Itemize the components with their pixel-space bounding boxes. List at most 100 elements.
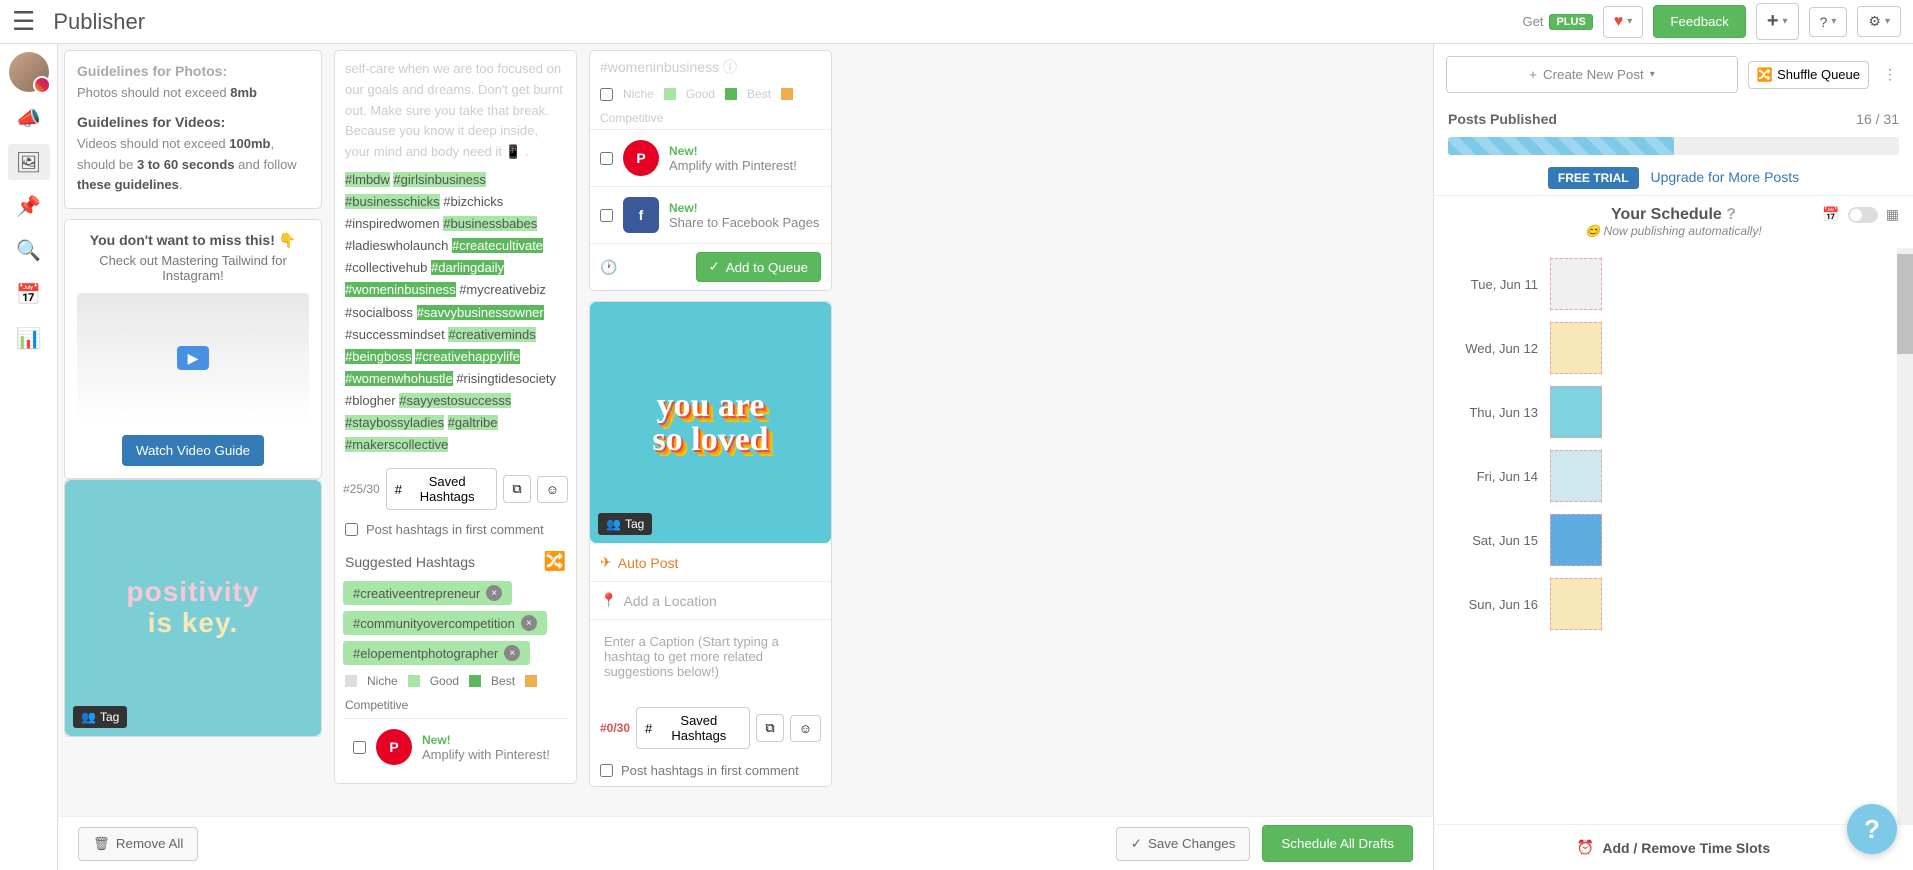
schedule-thumb[interactable]: [1550, 578, 1602, 630]
remove-chip-icon[interactable]: ×: [486, 585, 502, 601]
schedule-thumb[interactable]: [1550, 450, 1602, 502]
schedule-row[interactable]: Sat, Jun 15: [1448, 508, 1899, 572]
auto-post-row[interactable]: ✈Auto Post: [590, 543, 831, 581]
sidebar-megaphone[interactable]: 📣: [8, 100, 50, 136]
hashtag[interactable]: #sayyestosuccesss: [399, 393, 511, 408]
hashtag[interactable]: #socialboss: [345, 305, 413, 320]
add-button[interactable]: +▾: [1756, 3, 1799, 40]
schedule-row[interactable]: Fri, Jun 14: [1448, 444, 1899, 508]
add-to-queue-button[interactable]: ✓Add to Queue: [696, 252, 821, 282]
schedule-all-button[interactable]: Schedule All Drafts: [1262, 825, 1413, 862]
schedule-thumb[interactable]: [1550, 386, 1602, 438]
draft-image-positivity[interactable]: positivityis key. 👥Tag: [65, 480, 321, 736]
caption-input[interactable]: Enter a Caption (Start typing a hashtag …: [590, 619, 831, 693]
remove-chip-icon[interactable]: ×: [504, 645, 520, 661]
create-post-button[interactable]: +Create New Post▾: [1446, 56, 1738, 93]
hashtag[interactable]: #risingtidesociety: [456, 371, 556, 386]
copy-button-2[interactable]: ⧉: [756, 714, 783, 742]
hashtag[interactable]: #blogher: [345, 393, 396, 408]
suggested-chip[interactable]: #creativeentrepreneur×: [343, 581, 512, 605]
copy-button[interactable]: ⧉: [503, 475, 530, 503]
hashtag[interactable]: #ladieswholaunch: [345, 238, 448, 253]
sidebar-pins[interactable]: 📌: [8, 188, 50, 224]
hashtag[interactable]: #womenwhohustle: [345, 371, 453, 386]
suggested-chip[interactable]: #communityovercompetition×: [343, 611, 547, 635]
saved-hashtags-button-2[interactable]: #Saved Hashtags: [636, 707, 750, 749]
shuffle-icon[interactable]: 🔀: [544, 551, 566, 572]
watch-video-button[interactable]: Watch Video Guide: [122, 435, 264, 466]
hashtag[interactable]: #beingboss: [345, 349, 412, 364]
caption-text[interactable]: self-care when we are too focused on our…: [343, 59, 568, 163]
hashtag[interactable]: #businesschicks: [345, 194, 440, 209]
draft-card-3: you areso loved 👥Tag ✈Auto Post 📍Add a L…: [589, 301, 832, 787]
emoji-icon: ☺: [546, 482, 559, 497]
video-thumbnail[interactable]: ▶: [77, 293, 309, 423]
saved-hashtags-button[interactable]: #Saved Hashtags: [386, 468, 498, 510]
hashtag[interactable]: #staybossyladies: [345, 415, 444, 430]
emoji-button[interactable]: ☺: [537, 476, 568, 503]
add-remove-slots-button[interactable]: ⏰Add / Remove Time Slots: [1434, 824, 1913, 870]
hashtag[interactable]: #bizchicks: [443, 194, 503, 209]
account-avatar[interactable]: [9, 52, 49, 92]
sidebar-insights[interactable]: 🔍: [8, 232, 50, 268]
tag-button[interactable]: 👥Tag: [73, 706, 127, 728]
view-toggle[interactable]: [1848, 207, 1878, 223]
draft-image-loved[interactable]: you areso loved 👥Tag: [590, 302, 831, 543]
hashtag[interactable]: #womeninbusiness: [345, 282, 456, 297]
help-button[interactable]: ?▾: [1809, 7, 1848, 37]
scrollbar[interactable]: [1897, 248, 1913, 824]
pinterest-checkbox[interactable]: [353, 741, 366, 754]
hashtags-block[interactable]: #lmbdw #girlsinbusiness #businesschicks …: [343, 169, 568, 456]
hashtag[interactable]: #savvybusinessowner: [417, 305, 544, 320]
emoji-button-2[interactable]: ☺: [790, 715, 821, 742]
hashtag[interactable]: #creativeminds: [448, 327, 535, 342]
tag-button[interactable]: 👥Tag: [598, 513, 652, 535]
hashtag[interactable]: #mycreativebiz: [459, 282, 546, 297]
remove-chip-icon[interactable]: ×: [521, 615, 537, 631]
schedule-thumb[interactable]: [1550, 514, 1602, 566]
schedule-row[interactable]: Thu, Jun 13: [1448, 380, 1899, 444]
schedule-thumb[interactable]: [1550, 258, 1602, 310]
pinterest-checkbox-2[interactable]: [600, 152, 613, 165]
hashtag[interactable]: #darlingdaily: [431, 260, 504, 275]
upgrade-link[interactable]: Upgrade for More Posts: [1650, 169, 1799, 185]
sidebar-calendar[interactable]: 📅: [8, 276, 50, 312]
hashtag[interactable]: #lmbdw: [345, 172, 390, 187]
help-chat-button[interactable]: ?: [1847, 804, 1897, 854]
clock-icon[interactable]: 🕐: [600, 259, 617, 276]
facebook-checkbox[interactable]: [600, 209, 613, 222]
hashtag[interactable]: #inspiredwomen: [345, 216, 440, 231]
settings-button[interactable]: ⚙▾: [1857, 6, 1901, 37]
hashtag[interactable]: #businessbabes: [443, 216, 537, 231]
hashtag[interactable]: #collectivehub: [345, 260, 427, 275]
remove-all-button[interactable]: 🗑Remove All: [78, 827, 198, 861]
sidebar-publisher[interactable]: 🖼: [8, 144, 50, 180]
menu-icon[interactable]: ☰: [12, 6, 35, 37]
help-icon[interactable]: ?: [1726, 206, 1736, 223]
more-icon[interactable]: ⋮: [1879, 66, 1901, 83]
hashtag[interactable]: #girlsinbusiness: [393, 172, 486, 187]
schedule-row[interactable]: Wed, Jun 12: [1448, 316, 1899, 380]
schedule-date: Thu, Jun 13: [1448, 405, 1538, 420]
hashtag[interactable]: #successmindset: [345, 327, 445, 342]
feedback-button[interactable]: Feedback: [1653, 5, 1746, 38]
grid-icon[interactable]: ▦: [1886, 206, 1899, 223]
favorites-button[interactable]: ♥▾: [1603, 6, 1644, 38]
calendar-icon[interactable]: 📅: [1822, 206, 1839, 223]
shuffle-queue-button[interactable]: 🔀Shuffle Queue: [1748, 61, 1869, 89]
add-location-row[interactable]: 📍Add a Location: [590, 581, 831, 619]
hashtag[interactable]: #createcultivate: [452, 238, 543, 253]
hashtag[interactable]: #makerscollective: [345, 437, 448, 452]
suggested-chip[interactable]: #elopementphotographer×: [343, 641, 530, 665]
info-icon[interactable]: ⓘ: [723, 59, 737, 75]
save-changes-button[interactable]: ✓Save Changes: [1116, 827, 1251, 861]
schedule-thumb[interactable]: [1550, 322, 1602, 374]
schedule-row[interactable]: Tue, Jun 11: [1448, 252, 1899, 316]
hashtag[interactable]: #galtribe: [448, 415, 498, 430]
get-plus-link[interactable]: Get PLUS: [1522, 14, 1592, 30]
post-first-comment-checkbox[interactable]: [345, 523, 358, 536]
schedule-row[interactable]: Sun, Jun 16: [1448, 572, 1899, 636]
hashtag[interactable]: #creativehappylife: [415, 349, 520, 364]
post-first-comment-checkbox-2[interactable]: [600, 764, 613, 777]
sidebar-analytics[interactable]: 📊: [8, 320, 50, 356]
